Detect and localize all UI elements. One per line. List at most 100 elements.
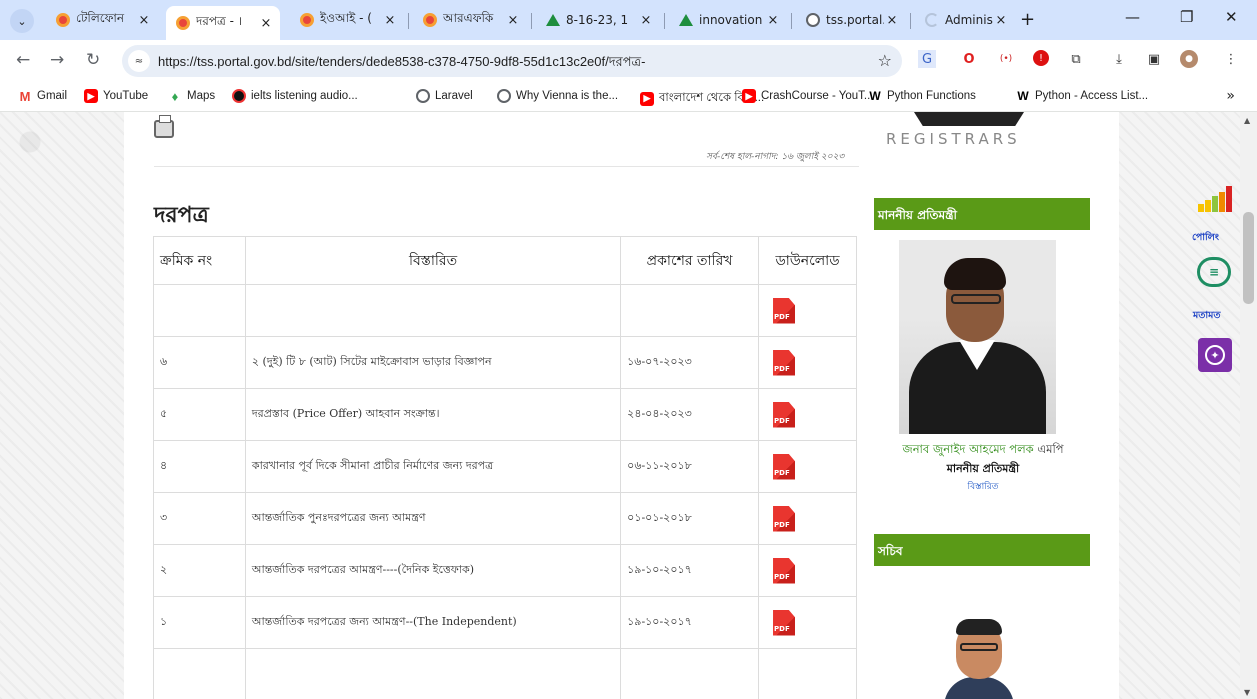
browser-tab[interactable]: আরএফকি × (413, 6, 527, 34)
tab-title: tss.portal. (826, 13, 884, 27)
minister-details-link[interactable]: বিস্তারিত (878, 479, 1088, 494)
polling-label[interactable]: পোলিং (1192, 231, 1219, 246)
bookmark-item[interactable]: Why Vienna is the... (497, 89, 618, 103)
bookmark-item[interactable]: W Python Functions (868, 89, 976, 103)
window-close-icon[interactable]: ✕ (1225, 8, 1238, 26)
bookmark-item[interactable]: ielts listening audio... (232, 89, 358, 103)
bookmark-item[interactable]: ▶ CrashCourse - YouT... (742, 89, 874, 103)
minister-suffix: এমপি (1037, 442, 1064, 456)
pdf-label: PDF (774, 624, 790, 633)
page-viewport: সর্ব-শেষ হাল-নাগাদ: ১৬ জুলাই ২০২৩ দরপত্র… (0, 112, 1257, 699)
tab-title: দরপত্র - । (196, 14, 243, 28)
url-text[interactable]: https://tss.portal.gov.bd/site/tenders/d… (158, 53, 645, 74)
browser-tab[interactable]: টেলিফোন × (46, 6, 158, 34)
site-info-icon[interactable]: ≈ (128, 50, 150, 72)
tab-close-icon[interactable]: × (884, 13, 900, 28)
browser-tab[interactable]: ইওআই - (× (290, 6, 404, 34)
bookmark-item[interactable]: ▶ YouTube (84, 89, 148, 103)
browser-tab[interactable]: 8-16-23, 1 × (536, 6, 660, 34)
table-row: ৪ কারখানার পূর্ব দিকে সীমানা প্রাচীর নির্… (153, 440, 857, 493)
pdf-download-icon[interactable]: PDF (773, 557, 796, 584)
tab-separator (664, 13, 665, 29)
table-row: ৫ দরপ্রস্তাব (Price Offer) আহবান সংক্রান্… (153, 388, 857, 441)
pdf-download-icon[interactable]: PDF (773, 609, 796, 636)
browser-tab[interactable]: innovation × (669, 6, 787, 34)
date-cell: ২৪-০৪-২০২৩ (620, 388, 760, 441)
pdf-download-icon[interactable]: PDF (773, 505, 796, 532)
bookmark-item[interactable]: M Gmail (18, 89, 67, 104)
opera-extension-icon[interactable]: O (960, 50, 978, 68)
tab-close-icon[interactable]: × (258, 16, 274, 31)
minimize-icon[interactable]: — (1125, 8, 1140, 26)
browser-tab[interactable]: দরপত্র - । × (166, 6, 280, 40)
accessibility-button[interactable]: ✦ (1198, 338, 1232, 372)
bookmark-item[interactable]: ♦ Maps (168, 89, 215, 104)
download-cell: PDF (758, 336, 857, 389)
table-row: PDF (153, 284, 857, 337)
polling-icon[interactable] (1198, 186, 1232, 212)
w3-icon: W (1017, 89, 1029, 103)
scroll-down-icon[interactable]: ▼ (1244, 688, 1250, 697)
browser-tab[interactable]: tss.portal. × (796, 6, 906, 34)
browser-tab[interactable]: Administra× (915, 6, 1015, 34)
adblock-extension-icon[interactable]: ! (1033, 50, 1049, 66)
pdf-download-icon[interactable]: PDF (773, 401, 796, 428)
restore-icon[interactable]: ❐ (1180, 8, 1193, 26)
globe-icon (416, 89, 430, 103)
serial-cell: ৪ (153, 440, 246, 493)
secretary-heading: সচিব (874, 534, 1090, 566)
opera-icon (300, 13, 314, 27)
side-panel-icon[interactable]: ▣ (1145, 50, 1163, 68)
date-cell (620, 284, 760, 337)
minister-name-text: জনাব জুনাইদ আহমেদ পলক (902, 442, 1034, 456)
extensions-icon[interactable]: ⧉ (1067, 50, 1085, 68)
new-tab-button[interactable]: + (1020, 9, 1035, 30)
tab-close-icon[interactable]: × (638, 13, 654, 28)
serial-cell: ৬ (153, 336, 246, 389)
registrars-logo-mark (914, 112, 1024, 126)
forward-icon[interactable]: → (50, 50, 64, 70)
tab-close-icon[interactable]: × (382, 13, 398, 28)
download-cell: PDF (758, 284, 857, 337)
print-icon[interactable] (154, 115, 174, 138)
bookmark-star-icon[interactable]: ☆ (878, 51, 892, 70)
scroll-up-icon[interactable]: ▲ (1244, 116, 1250, 125)
pdf-download-icon[interactable]: PDF (773, 297, 796, 324)
browser-menu-icon[interactable]: ⋮ (1222, 50, 1240, 68)
globe-icon (806, 13, 820, 27)
bookmark-label: CrashCourse - YouT... (761, 90, 874, 102)
pdf-download-icon[interactable]: PDF (773, 349, 796, 376)
tenders-table: ক্রমিক নং বিস্তারিত প্রকাশের তারিখ ডাউনল… (153, 236, 857, 699)
bookmarks-more-button[interactable]: » (1226, 88, 1235, 104)
profile-avatar[interactable]: ● (1180, 50, 1198, 68)
tab-close-icon[interactable]: × (136, 13, 152, 28)
tab-close-icon[interactable]: × (993, 13, 1009, 28)
pdf-download-icon[interactable]: PDF (773, 453, 796, 480)
page-scrollbar[interactable]: ▲ ▼ (1240, 112, 1257, 699)
tab-search-button[interactable]: ⌄ (10, 9, 34, 33)
details-cell (244, 648, 622, 699)
date-cell: ১৯-১০-২০১৭ (620, 596, 760, 649)
translate-extension-icon[interactable]: G (918, 50, 936, 68)
scroll-thumb[interactable] (1243, 212, 1254, 304)
tab-title: Administra (945, 13, 993, 27)
header-details: বিস্তারিত (244, 236, 622, 285)
w3-icon: W (869, 89, 881, 103)
reload-icon[interactable]: ↻ (86, 50, 100, 70)
tab-close-icon[interactable]: × (505, 13, 521, 28)
bookmark-item[interactable]: W Python - Access List... (1016, 89, 1148, 103)
address-bar[interactable]: ≈ https://tss.portal.gov.bd/site/tenders… (122, 45, 902, 77)
download-cell: PDF (758, 596, 857, 649)
bookmark-label: Python - Access List... (1035, 90, 1149, 102)
broadcast-extension-icon[interactable]: (•) (997, 50, 1015, 68)
tab-separator (531, 13, 532, 29)
back-icon[interactable]: ← (16, 50, 30, 70)
youtube-icon: ▶ (742, 89, 756, 103)
opinion-label[interactable]: মতামত (1193, 309, 1221, 324)
opinion-chat-icon[interactable]: ≡ (1197, 257, 1231, 287)
tab-close-icon[interactable]: × (765, 13, 781, 28)
tab-title: টেলিফোন (76, 11, 125, 25)
bookmark-item[interactable]: Laravel (416, 89, 473, 103)
download-icon[interactable]: ⤓ (1110, 50, 1128, 68)
pdf-label: PDF (774, 364, 790, 373)
